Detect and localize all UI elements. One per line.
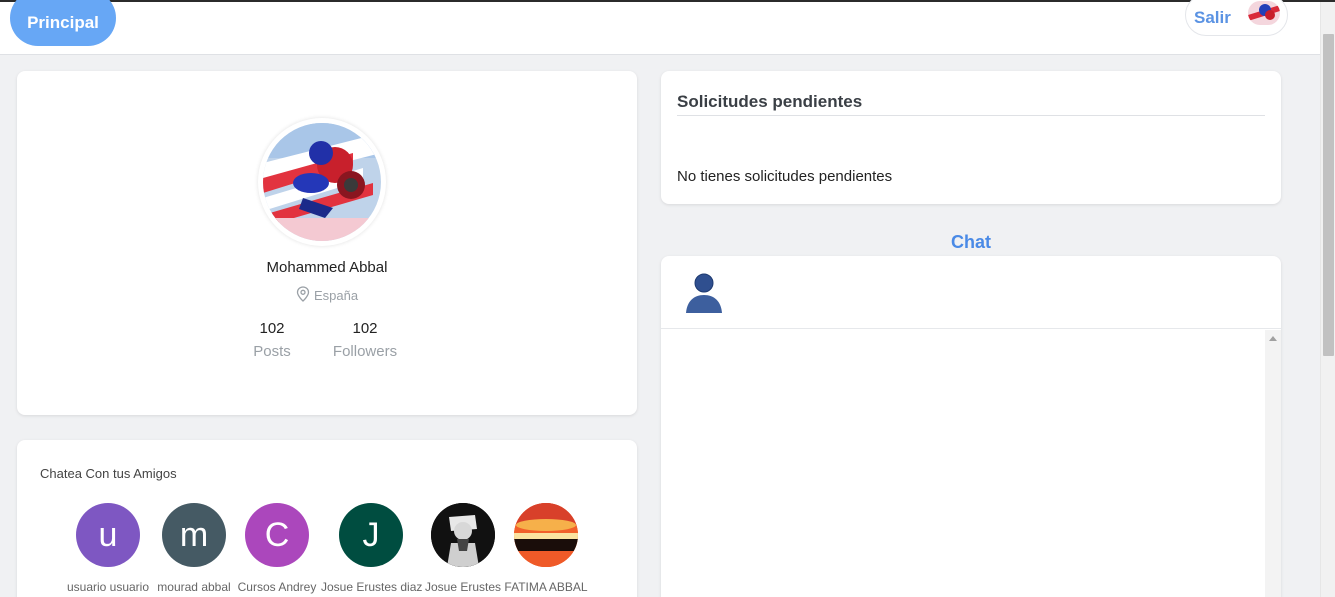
friend-avatar: J: [339, 503, 403, 567]
friend-name: Cursos Andrey: [237, 580, 317, 594]
friend-item-mourad[interactable]: m mourad abbal: [149, 503, 239, 594]
posts-label: Posts: [253, 343, 291, 360]
friend-avatar: C: [245, 503, 309, 567]
posts-count: 102: [259, 320, 285, 337]
friend-avatar-photo: [431, 503, 495, 567]
friend-item-josue-diaz[interactable]: J Josue Erustes diaz: [321, 503, 423, 594]
profile-name: Mohammed Abbal: [266, 259, 388, 276]
friend-avatar: u: [76, 503, 140, 567]
location-pin-icon: [296, 286, 310, 305]
page-scrollbar[interactable]: [1320, 2, 1335, 597]
friend-avatar-photo: [514, 503, 578, 567]
divider: [677, 115, 1265, 116]
chat-card: [661, 256, 1281, 597]
chat-user-avatar[interactable]: [680, 269, 730, 315]
profile-card: Mohammed Abbal España 102 Posts 102 Foll…: [17, 71, 637, 415]
logout-button[interactable]: Salir: [1185, 0, 1288, 36]
friend-avatar: m: [162, 503, 226, 567]
friend-item-josue[interactable]: Josue Erustes: [418, 503, 508, 594]
logout-label: Salir: [1194, 8, 1231, 27]
friend-name: mourad abbal: [157, 580, 231, 594]
principal-button[interactable]: Principal: [10, 0, 116, 46]
posts-stat[interactable]: 102 Posts: [242, 320, 302, 360]
followers-count: 102: [352, 320, 378, 337]
friend-name: Josue Erustes diaz: [321, 580, 423, 594]
chat-scrollbar[interactable]: [1265, 330, 1281, 597]
top-navbar: Principal Salir: [0, 0, 1320, 55]
profile-location-text: España: [313, 288, 359, 303]
profile-avatar: [258, 118, 386, 246]
followers-stat[interactable]: 102 Followers: [325, 320, 405, 360]
scroll-up-arrow-icon[interactable]: [1269, 336, 1277, 341]
chat-header: [661, 256, 1281, 329]
friend-name: Josue Erustes: [424, 580, 502, 594]
friend-name: FATIMA ABBAL: [504, 580, 588, 594]
friend-item-usuario[interactable]: u usuario usuario: [63, 503, 153, 594]
followers-label: Followers: [332, 343, 398, 360]
friends-card: Chatea Con tus Amigos u usuario usuario …: [17, 440, 637, 597]
friend-item-cursos[interactable]: C Cursos Andrey: [232, 503, 322, 594]
pending-requests-title: Solicitudes pendientes: [677, 92, 863, 111]
friend-item-fatima[interactable]: FATIMA ABBAL: [501, 503, 591, 594]
page-scrollbar-thumb[interactable]: [1323, 34, 1334, 356]
profile-location: España: [17, 286, 637, 305]
chat-heading: Chat: [951, 232, 991, 252]
pending-requests-card: Solicitudes pendientes No tienes solicit…: [661, 71, 1281, 204]
friend-name: usuario usuario: [66, 580, 150, 594]
friends-title: Chatea Con tus Amigos: [40, 466, 177, 481]
pending-empty-message: No tienes solicitudes pendientes: [677, 168, 893, 185]
user-avatar-small: [1248, 1, 1280, 25]
